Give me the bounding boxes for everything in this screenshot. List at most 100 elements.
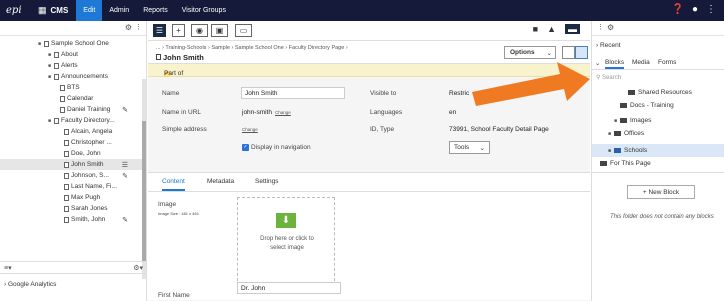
editor-pane: ☰ + ◉ ▣ ▭ ■ ▲ ▬ ... › Training-Schools ›… (148, 21, 590, 301)
tree-item-bts[interactable]: BTS (0, 82, 142, 93)
tree-item-sarah-jones[interactable]: Sarah Jones (0, 203, 142, 214)
context-menu-icon[interactable]: ☰ (122, 161, 128, 169)
folder-pane-icon[interactable]: ▬ (565, 24, 580, 34)
tree-item-announcements[interactable]: ■ Announcements (0, 71, 142, 82)
visible-to-label: Visible to (370, 90, 397, 97)
tab-forms[interactable]: Forms (658, 59, 676, 66)
tree-item-max-pugh[interactable]: Max Pugh (0, 192, 142, 203)
visible-to-value[interactable]: Restric (449, 90, 469, 97)
app-name: CMS (50, 6, 69, 15)
page-icon (60, 95, 65, 102)
folder-shared-resources[interactable]: Shared Resources (628, 87, 692, 98)
simple-address-change-link[interactable]: Change (242, 127, 258, 132)
help-icon[interactable]: ❓ (672, 4, 684, 15)
folder-docs-training[interactable]: Docs - Training (620, 100, 674, 111)
tree-item-john-smith[interactable]: John Smith ☰ (0, 159, 142, 170)
all-properties-view-button[interactable] (575, 46, 588, 59)
nav-visitor-groups[interactable]: Visitor Groups (175, 0, 233, 21)
tab-blocks[interactable]: Blocks (605, 59, 625, 69)
on-page-edit-view-button[interactable] (562, 46, 575, 59)
comment-icon[interactable]: ■ (533, 24, 538, 34)
tree-item-alerts[interactable]: ■ Alerts (0, 60, 142, 71)
assets-search[interactable]: ⚲ Search (594, 74, 724, 84)
page-icon (60, 106, 65, 113)
page-header: ... › Training-Schools › Sample › Sample… (148, 41, 590, 64)
tree-item-doe-john[interactable]: Doe, John (0, 148, 142, 159)
tree-item-johnson[interactable]: Johnson, S... ✎ (0, 170, 142, 181)
page-icon (54, 62, 59, 69)
more-icon[interactable]: ⋮ (706, 4, 716, 15)
tree-header: ⚙ ⋮ (0, 21, 146, 36)
bell-icon[interactable]: ▲ (547, 24, 556, 34)
pin-icon[interactable]: ⋮ (135, 23, 142, 31)
url-change-link[interactable]: Change (275, 110, 291, 115)
name-input[interactable]: John Smith (241, 87, 345, 99)
tab-media[interactable]: Media (632, 59, 650, 66)
chevron-down-icon[interactable]: ⌄ (595, 59, 600, 67)
page-icon (54, 117, 59, 124)
image-label: Image (158, 201, 177, 208)
first-name-label: First Name (158, 292, 190, 299)
tree-item-christopher[interactable]: Christopher ... (0, 137, 142, 148)
page-icon (64, 128, 69, 135)
page-icon (64, 161, 69, 168)
tree-item-sample-school-one[interactable]: ■ Sample School One (0, 38, 142, 49)
folder-for-this-page[interactable]: For This Page (600, 158, 651, 169)
nav-reports[interactable]: Reports (136, 0, 175, 21)
empty-folder-message: This folder does not contain any blocks (610, 214, 714, 220)
tools-button[interactable]: Tools ⌄ (449, 141, 490, 154)
add-button[interactable]: + (172, 24, 185, 37)
assets-tabs: ⌄ Blocks Media Forms (592, 57, 724, 70)
tree-item-calendar[interactable]: Calendar (0, 93, 142, 104)
user-icon[interactable]: ● (692, 4, 698, 15)
folder-icon (620, 118, 627, 123)
page-icon (54, 51, 59, 58)
page-icon (64, 172, 69, 179)
tree-item-about[interactable]: ■ About (0, 49, 142, 60)
options-button[interactable]: Options ⌄ (504, 46, 556, 59)
gear-icon[interactable]: ⚙ (607, 23, 614, 32)
id-type-value: 73991, School Faculty Detail Page (449, 126, 549, 133)
folder-offices[interactable]: ■ Offices (608, 128, 644, 139)
folder-icon (620, 103, 627, 108)
display-in-navigation-checkbox[interactable]: ✓ (242, 144, 249, 151)
recent-section[interactable]: › Recent (596, 40, 621, 51)
tab-content[interactable]: Content (162, 178, 185, 191)
breadcrumb[interactable]: ... › Training-Schools › Sample › Sample… (156, 45, 348, 51)
gear-icon[interactable]: ⚙ (125, 23, 132, 32)
tab-metadata[interactable]: Metadata (207, 178, 234, 185)
image-dropzone[interactable]: ⬇ Drop here or click to select image (237, 197, 335, 286)
first-name-input[interactable]: Dr. John (237, 282, 341, 294)
folder-images[interactable]: ■ Images (614, 115, 651, 126)
tree-footer: ≡▾ ⚙▾ (0, 261, 147, 274)
device-preview-button[interactable]: ▭ (235, 24, 252, 37)
nav-edit[interactable]: Edit (76, 0, 103, 21)
tree-item-last-name[interactable]: Last Name, Fi... (0, 181, 142, 192)
chevron-down-icon: ⌄ (546, 49, 552, 57)
preview-button[interactable]: ◉ (191, 24, 208, 37)
tree-item-faculty-directory[interactable]: ■ Faculty Directory... (0, 115, 142, 126)
apps-grid-icon[interactable]: ▦ (38, 5, 47, 16)
new-block-button[interactable]: + New Block (627, 185, 695, 199)
editor-toolbar: ☰ + ◉ ▣ ▭ ■ ▲ ▬ (148, 21, 590, 41)
page-icon (64, 150, 69, 157)
list-toggle-icon[interactable]: ≡▾ (4, 264, 12, 272)
folder-icon (614, 148, 621, 153)
tab-settings[interactable]: Settings (255, 178, 279, 185)
google-analytics-section[interactable]: › Google Analytics (4, 281, 56, 288)
tree-item-daniel-training[interactable]: Daniel Training ✎ (0, 104, 142, 115)
page-icon (64, 183, 69, 190)
pin-icon[interactable]: ⋮ (597, 23, 604, 31)
tree-toggle-button[interactable]: ☰ (153, 24, 166, 37)
nav-admin[interactable]: Admin (102, 0, 136, 21)
compare-button[interactable]: ▣ (211, 24, 228, 37)
gear-icon[interactable]: ⚙▾ (133, 264, 143, 272)
page-tree-pane: ⚙ ⋮ ■ Sample School One ■ About ■ Alerts ■ A… (0, 21, 147, 301)
folder-schools[interactable]: ■ Schools (592, 144, 724, 157)
tree-scroll-thumb[interactable] (142, 121, 146, 261)
tree-item-smith-john[interactable]: Smith, John ✎ (0, 214, 142, 225)
page-icon (64, 139, 69, 146)
divider (592, 172, 724, 173)
tree-item-alcain-angela[interactable]: Alcain, Angela (0, 126, 142, 137)
name-label: Name (162, 90, 180, 97)
